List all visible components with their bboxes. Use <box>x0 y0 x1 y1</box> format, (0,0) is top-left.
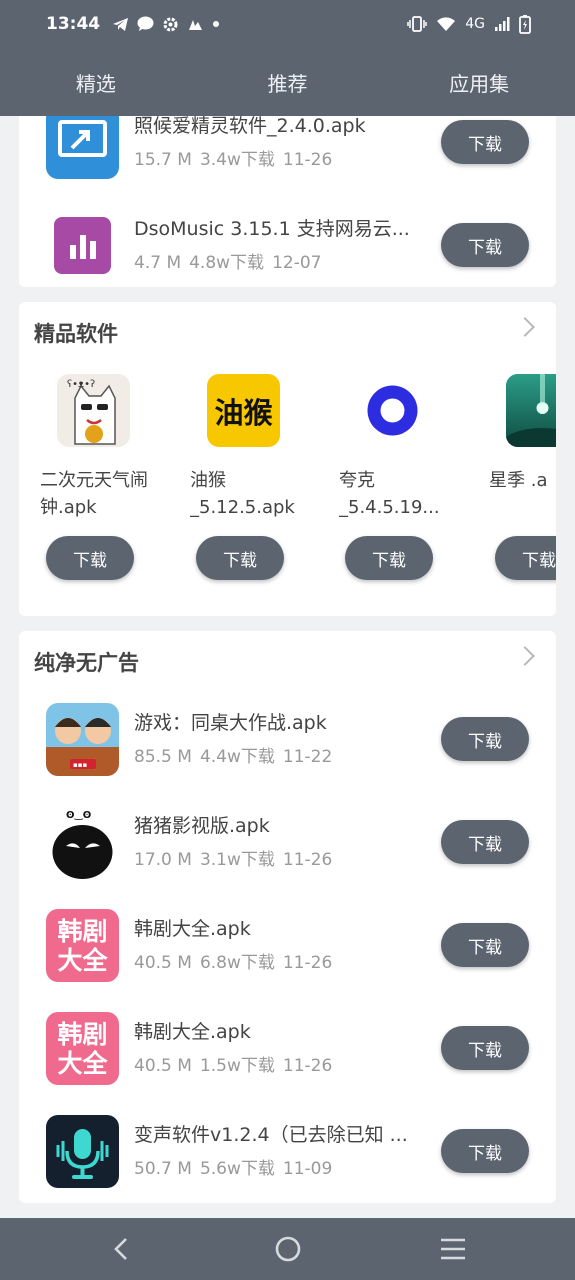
list-item[interactable]: 韩剧大全 韩剧大全.apk 40.5 M 6.8w下载 11-26 下载 <box>19 899 556 983</box>
svg-text:ʘ‿ʘ: ʘ‿ʘ <box>66 810 91 821</box>
download-button[interactable]: 下载 <box>441 820 529 864</box>
chat-icon <box>137 16 154 31</box>
app-meta: 4.7 M 4.8w下载 12-07 <box>134 253 322 273</box>
app-title: 韩剧大全.apk <box>134 918 251 940</box>
menu-icon[interactable] <box>435 1231 471 1267</box>
app-card[interactable]: 星季 .a 下载 <box>483 374 556 594</box>
youhou-icon: 油猴 <box>207 374 280 447</box>
section-title: 精品软件 <box>34 322 118 346</box>
svg-text:ʕ•ᴥ•ʔ: ʕ•ᴥ•ʔ <box>67 379 95 390</box>
telegram-icon <box>113 17 129 31</box>
desk-game-icon: ▪▪▪ <box>46 703 119 776</box>
app-name: 二次元天气闹钟.apk <box>40 470 148 518</box>
app-meta: 40.5 M 1.5w下载 11-26 <box>134 1056 333 1076</box>
app-name: 星季 .a <box>489 470 548 491</box>
microphone-icon <box>46 1115 119 1188</box>
status-time: 13:44 <box>46 14 101 34</box>
premium-section: 精品软件 ʕ•ᴥ•ʔ 二次元天气闹钟.apk 下载 油猴 油猴_5.12.5.a… <box>19 302 556 616</box>
cartoon-cat-icon: ʕ•ᴥ•ʔ <box>57 374 130 447</box>
svg-text:▪▪▪: ▪▪▪ <box>73 761 87 769</box>
app-name: 油猴_5.12.5.apk <box>190 470 295 518</box>
battery-icon <box>519 15 531 34</box>
app-meta: 85.5 M 4.4w下载 11-22 <box>134 747 333 767</box>
dot-icon <box>213 21 220 27</box>
signal-icon <box>495 17 510 31</box>
app-title: DsoMusic 3.15.1 支持网易云... <box>134 218 410 240</box>
section-title: 纯净无广告 <box>34 651 139 675</box>
korean-drama-icon: 韩剧大全 <box>46 1012 119 1085</box>
download-button[interactable]: 下载 <box>441 923 529 967</box>
download-button[interactable]: 下载 <box>345 536 433 580</box>
app-meta: 50.7 M 5.6w下载 11-09 <box>134 1159 333 1179</box>
app-meta: 15.7 M 3.4w下载 11-26 <box>134 150 333 170</box>
quark-icon <box>356 374 429 447</box>
app-title: 变声软件v1.2.4（已去除已知 ... <box>134 1124 408 1146</box>
vibrate-icon <box>407 16 427 32</box>
download-button[interactable]: 下载 <box>441 1129 529 1173</box>
notification-icon <box>189 19 203 30</box>
music-bars-icon <box>46 209 119 282</box>
download-button[interactable]: 下载 <box>46 536 134 580</box>
system-nav-bar <box>0 1218 575 1280</box>
app-card[interactable]: 夸克_5.4.5.19... 下载 <box>333 374 473 594</box>
app-title: 游戏：同桌大作战.apk <box>134 712 327 734</box>
app-card[interactable]: ʕ•ᴥ•ʔ 二次元天气闹钟.apk 下载 <box>34 374 174 594</box>
star-season-icon <box>506 374 556 447</box>
tab-bar: 精选 推荐 应用集 <box>0 48 575 116</box>
tab-app-collections[interactable]: 应用集 <box>383 68 575 97</box>
app-title: 照候爱精灵软件_2.4.0.apk <box>134 116 366 137</box>
wifi-icon <box>437 17 456 31</box>
app-title: 猪猪影视版.apk <box>134 815 270 837</box>
list-item[interactable]: DsoMusic 3.15.1 支持网易云... 4.7 M 4.8w下载 12-0… <box>19 199 556 283</box>
settings-icon <box>163 17 178 31</box>
chevron-right-icon[interactable] <box>515 317 535 337</box>
top-app-list: 照候爱精灵软件_2.4.0.apk 15.7 M 3.4w下载 11-26 下载 D… <box>19 116 556 287</box>
back-icon[interactable] <box>104 1231 140 1267</box>
list-item[interactable]: 韩剧大全 韩剧大全.apk 40.5 M 1.5w下载 11-26 下载 <box>19 1002 556 1086</box>
status-right-icons: 4G <box>407 14 531 34</box>
status-bar: 13:44 4G <box>0 0 575 48</box>
tab-recommended[interactable]: 推荐 <box>192 68 384 97</box>
app-card[interactable]: 油猴 油猴_5.12.5.apk 下载 <box>184 374 324 594</box>
list-item[interactable]: 变声软件v1.2.4（已去除已知 ... 50.7 M 5.6w下载 11-09 下… <box>19 1105 556 1189</box>
app-meta: 40.5 M 6.8w下载 11-26 <box>134 953 333 973</box>
tab-featured[interactable]: 精选 <box>0 68 192 97</box>
download-button[interactable]: 下载 <box>441 1026 529 1070</box>
network-type: 4G <box>465 16 485 32</box>
app-name: 夸克_5.4.5.19... <box>339 470 440 518</box>
download-button[interactable]: 下载 <box>495 536 556 580</box>
screen-share-icon <box>46 116 119 179</box>
black-mask-icon: ʘ‿ʘ <box>46 806 119 879</box>
list-item[interactable]: ʘ‿ʘ 猪猪影视版.apk 17.0 M 3.1w下载 11-26 下载 <box>19 796 556 880</box>
download-button[interactable]: 下载 <box>441 120 529 164</box>
status-left-icons <box>112 16 220 33</box>
korean-drama-icon: 韩剧大全 <box>46 909 119 982</box>
download-button[interactable]: 下载 <box>441 223 529 267</box>
app-title: 韩剧大全.apk <box>134 1021 251 1043</box>
download-button[interactable]: 下载 <box>441 717 529 761</box>
home-icon[interactable] <box>270 1231 306 1267</box>
download-button[interactable]: 下载 <box>196 536 284 580</box>
app-meta: 17.0 M 3.1w下载 11-26 <box>134 850 333 870</box>
list-item[interactable]: 照候爱精灵软件_2.4.0.apk 15.7 M 3.4w下载 11-26 下载 <box>19 116 556 180</box>
chevron-right-icon[interactable] <box>515 646 535 666</box>
adfree-section: 纯净无广告 ▪▪▪ 游戏：同桌大作战.apk 85.5 M 4.4w下载 11-22… <box>19 631 556 1203</box>
content-scroll-area[interactable]: 照候爱精灵软件_2.4.0.apk 15.7 M 3.4w下载 11-26 下载 D… <box>0 116 575 1218</box>
list-item[interactable]: ▪▪▪ 游戏：同桌大作战.apk 85.5 M 4.4w下载 11-22 下载 <box>19 693 556 777</box>
